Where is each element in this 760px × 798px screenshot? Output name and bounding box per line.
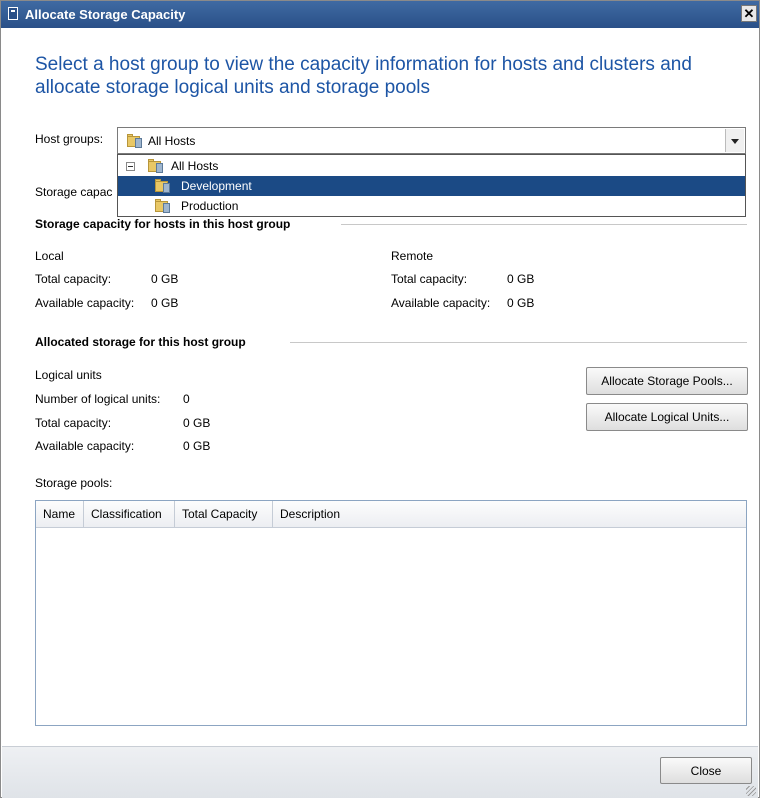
allocated-total-label: Total capacity: [35,416,112,430]
remote-total-label: Total capacity: [391,272,468,286]
column-header-total-capacity[interactable]: Total Capacity [175,501,273,527]
folder-icon [148,159,164,173]
local-label: Local [35,249,64,263]
allocated-available-label: Available capacity: [35,439,135,453]
number-of-logical-units-value: 0 [183,392,190,406]
chevron-down-icon[interactable] [725,129,744,152]
remote-total-value: 0 GB [507,272,535,286]
allocate-storage-pools-button[interactable]: Allocate Storage Pools... [586,367,748,395]
tree-item-label: All Hosts [171,159,219,173]
table-header: Name Classification Total Capacity Descr… [36,501,746,528]
column-header-classification[interactable]: Classification [84,501,175,527]
host-groups-combobox[interactable]: All Hosts [117,127,746,154]
tree-item-label: Production [181,199,239,213]
section-divider [290,342,747,343]
tree-item-label: Development [181,179,252,193]
storage-pools-table[interactable]: Name Classification Total Capacity Descr… [35,500,747,726]
allocated-available-value: 0 GB [183,439,211,453]
collapse-icon[interactable] [126,162,135,171]
remote-available-value: 0 GB [507,296,535,310]
folder-icon [155,199,171,213]
allocate-logical-units-button[interactable]: Allocate Logical Units... [586,403,748,431]
remote-label: Remote [391,249,434,263]
tree-item-production[interactable]: Production [118,196,745,216]
local-available-value: 0 GB [151,296,179,310]
column-header-name[interactable]: Name [36,501,84,527]
storage-pools-label: Storage pools: [35,476,113,490]
remote-available-label: Available capacity: [391,296,491,310]
logical-units-label: Logical units [35,368,102,382]
local-total-value: 0 GB [151,272,179,286]
folder-icon [127,134,143,148]
title-bar[interactable]: Allocate Storage Capacity ✕ [1,1,759,28]
host-groups-dropdown-list: All Hosts Development Production [117,154,746,217]
window-title: Allocate Storage Capacity [25,7,186,22]
hosts-section-title: Storage capacity for hosts in this host … [35,217,291,231]
tree-item-development[interactable]: Development [118,176,745,196]
close-button[interactable]: Close [660,757,752,784]
allocated-section-title: Allocated storage for this host group [35,335,246,349]
section-divider [341,224,747,225]
local-available-label: Available capacity: [35,296,135,310]
close-window-button[interactable]: ✕ [741,5,757,22]
window-icon [8,7,18,20]
local-total-label: Total capacity: [35,272,112,286]
dialog-window: Allocate Storage Capacity ✕ Select a hos… [0,0,760,798]
host-groups-label: Host groups: [35,132,104,146]
tree-item-all-hosts[interactable]: All Hosts [118,156,745,176]
page-heading: Select a host group to view the capacity… [35,54,692,98]
allocated-total-value: 0 GB [183,416,211,430]
host-groups-selected-value: All Hosts [148,134,196,148]
dialog-footer: Close [2,746,758,798]
number-of-logical-units-label: Number of logical units: [35,392,161,406]
storage-capacity-label: Storage capac [35,185,113,199]
column-header-description[interactable]: Description [273,501,373,527]
folder-icon [155,179,171,193]
resize-grip-icon[interactable] [746,786,756,796]
